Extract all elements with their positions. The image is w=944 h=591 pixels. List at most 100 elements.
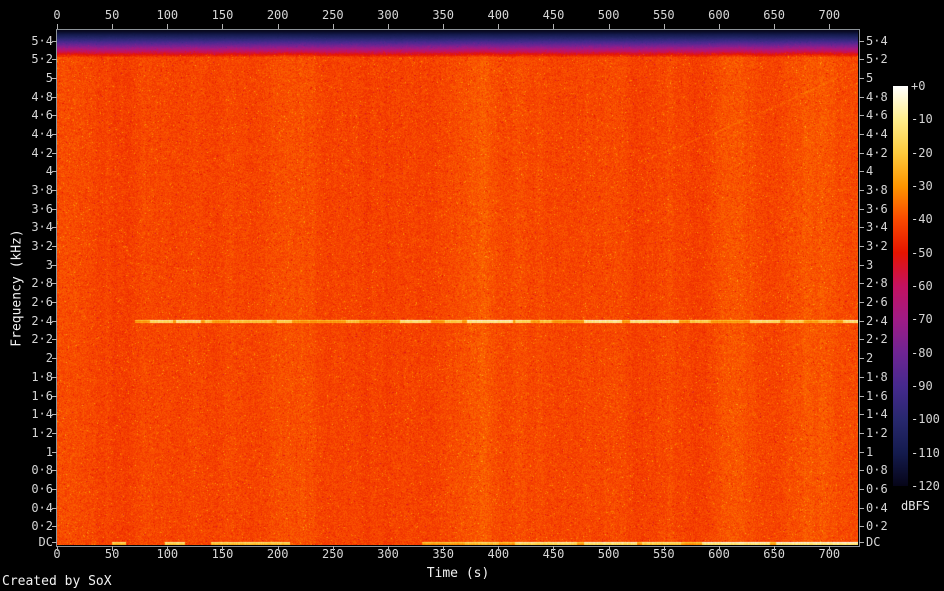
time-tick-mark-bottom	[774, 546, 775, 551]
freq-tick-label-right: 0·2	[866, 519, 888, 533]
time-tick-label-top: 650	[763, 8, 785, 22]
freq-tick-mark-left	[52, 209, 57, 210]
freq-tick-mark-left	[52, 377, 57, 378]
freq-tick-mark-left	[52, 283, 57, 284]
y-axis-title: Frequency (kHz)	[10, 229, 25, 346]
freq-tick-mark-right	[859, 153, 864, 154]
time-tick-label-top: 600	[708, 8, 730, 22]
time-tick-label-top: 100	[156, 8, 178, 22]
time-tick-label-top: 400	[487, 8, 509, 22]
sox-caption: Created by SoX	[2, 574, 112, 589]
freq-tick-label-right: 2	[866, 351, 873, 365]
time-tick-mark-bottom	[57, 546, 58, 551]
freq-tick-mark-right	[859, 489, 864, 490]
time-tick-label-top: 350	[432, 8, 454, 22]
time-tick-mark-bottom	[664, 546, 665, 551]
freq-tick-label-left: 4·8	[31, 90, 53, 104]
freq-tick-label-left: 5·2	[31, 52, 53, 66]
colorbar-tick-label: -40	[911, 212, 933, 226]
time-tick-mark-top	[167, 24, 168, 29]
freq-tick-mark-right	[859, 377, 864, 378]
freq-tick-mark-right	[859, 396, 864, 397]
freq-tick-mark-left	[52, 508, 57, 509]
colorbar-unit-label: dBFS	[901, 499, 930, 513]
freq-tick-mark-left	[52, 115, 57, 116]
colorbar-tick-label: -90	[911, 379, 933, 393]
time-tick-mark-top	[388, 24, 389, 29]
freq-tick-label-left: 0·4	[31, 501, 53, 515]
freq-tick-label-left: 2·6	[31, 295, 53, 309]
time-tick-mark-bottom	[278, 546, 279, 551]
freq-tick-mark-right	[859, 115, 864, 116]
freq-tick-mark-right	[859, 339, 864, 340]
colorbar-tick-label: -100	[911, 412, 940, 426]
freq-tick-mark-left	[52, 339, 57, 340]
freq-tick-mark-right	[859, 134, 864, 135]
freq-tick-label-left: 0·2	[31, 519, 53, 533]
time-tick-mark-top	[774, 24, 775, 29]
freq-tick-label-left: 3·2	[31, 239, 53, 253]
colorbar-tick-label: -60	[911, 279, 933, 293]
freq-tick-label-left: 3·4	[31, 220, 53, 234]
freq-tick-mark-left	[52, 526, 57, 527]
time-tick-mark-top	[57, 24, 58, 29]
time-tick-mark-bottom	[112, 546, 113, 551]
freq-tick-label-left: 4·2	[31, 146, 53, 160]
freq-tick-label-right: 3·4	[866, 220, 888, 234]
freq-tick-label-right: 4·2	[866, 146, 888, 160]
freq-tick-mark-right	[859, 302, 864, 303]
freq-tick-label-left: 2·8	[31, 276, 53, 290]
time-tick-mark-top	[498, 24, 499, 29]
time-tick-mark-bottom	[609, 546, 610, 551]
freq-tick-mark-right	[859, 358, 864, 359]
freq-tick-label-right: 0·4	[866, 501, 888, 515]
freq-tick-label-right: 0·6	[866, 482, 888, 496]
freq-tick-label-left: 1·4	[31, 407, 53, 421]
freq-tick-label-left: 1·6	[31, 389, 53, 403]
colorbar-tick-label: -20	[911, 146, 933, 160]
freq-tick-mark-right	[859, 41, 864, 42]
freq-tick-label-right: 2·4	[866, 314, 888, 328]
freq-tick-label-right: 4·4	[866, 127, 888, 141]
spectrogram-canvas	[57, 30, 858, 545]
x-axis-title: Time (s)	[427, 566, 490, 581]
time-tick-mark-bottom	[333, 546, 334, 551]
freq-tick-mark-right	[859, 209, 864, 210]
freq-tick-mark-left	[52, 358, 57, 359]
freq-tick-mark-right	[859, 190, 864, 191]
colorbar-tick-label: -110	[911, 446, 940, 460]
freq-tick-label-right: 3	[866, 258, 873, 272]
freq-tick-label-right: 5·4	[866, 34, 888, 48]
time-tick-mark-top	[222, 24, 223, 29]
time-tick-mark-bottom	[719, 546, 720, 551]
freq-tick-label-right: 0·8	[866, 463, 888, 477]
freq-tick-mark-right	[859, 97, 864, 98]
freq-tick-label-left: 1·8	[31, 370, 53, 384]
freq-tick-label-left: 5·4	[31, 34, 53, 48]
freq-tick-label-left: 2·2	[31, 332, 53, 346]
freq-tick-mark-right	[859, 246, 864, 247]
freq-tick-mark-right	[859, 265, 864, 266]
freq-tick-mark-right	[859, 508, 864, 509]
freq-tick-label-right: 2·2	[866, 332, 888, 346]
freq-tick-label-left: DC	[39, 535, 53, 549]
time-tick-mark-bottom	[167, 546, 168, 551]
spectrogram-figure: 0501001502002503003504004505005506006507…	[0, 0, 944, 591]
freq-tick-mark-left	[52, 78, 57, 79]
freq-tick-label-left: 0·8	[31, 463, 53, 477]
freq-tick-mark-left	[52, 265, 57, 266]
time-tick-mark-top	[112, 24, 113, 29]
freq-tick-label-right: 2·8	[866, 276, 888, 290]
freq-tick-mark-right	[859, 542, 864, 543]
freq-tick-label-left: 1·2	[31, 426, 53, 440]
time-tick-mark-bottom	[498, 546, 499, 551]
freq-tick-mark-right	[859, 78, 864, 79]
time-tick-label-top: 550	[653, 8, 675, 22]
freq-tick-mark-right	[859, 171, 864, 172]
time-tick-mark-top	[333, 24, 334, 29]
freq-tick-mark-left	[52, 227, 57, 228]
colorbar-tick-label: -70	[911, 312, 933, 326]
time-tick-label-top: 250	[322, 8, 344, 22]
freq-tick-label-left: 3·6	[31, 202, 53, 216]
time-tick-mark-top	[609, 24, 610, 29]
